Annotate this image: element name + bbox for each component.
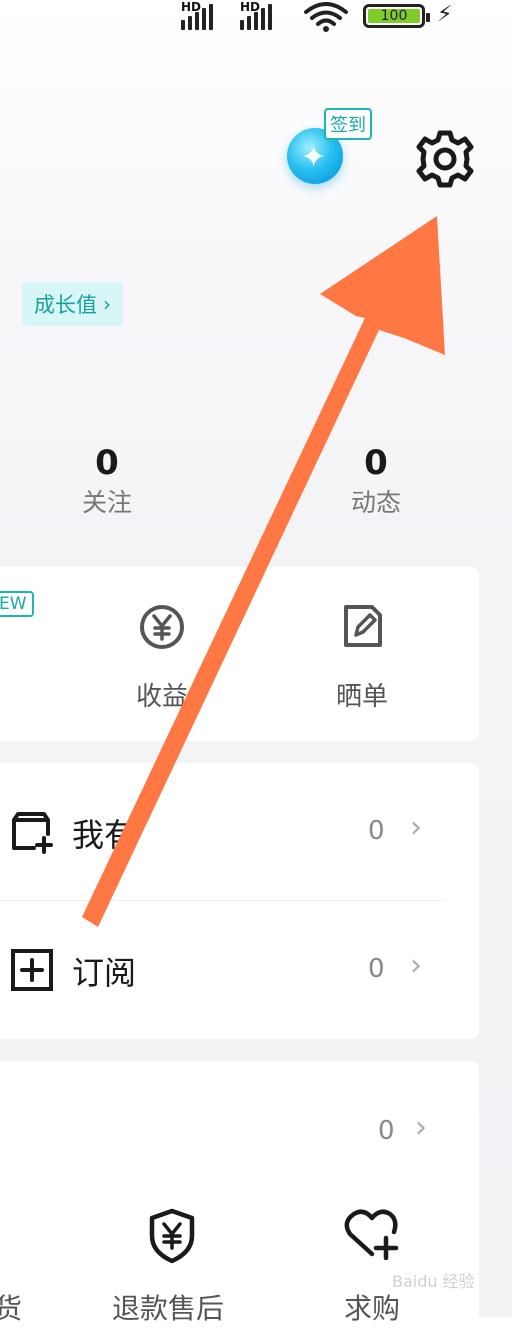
annotation-arrow (82, 216, 445, 927)
